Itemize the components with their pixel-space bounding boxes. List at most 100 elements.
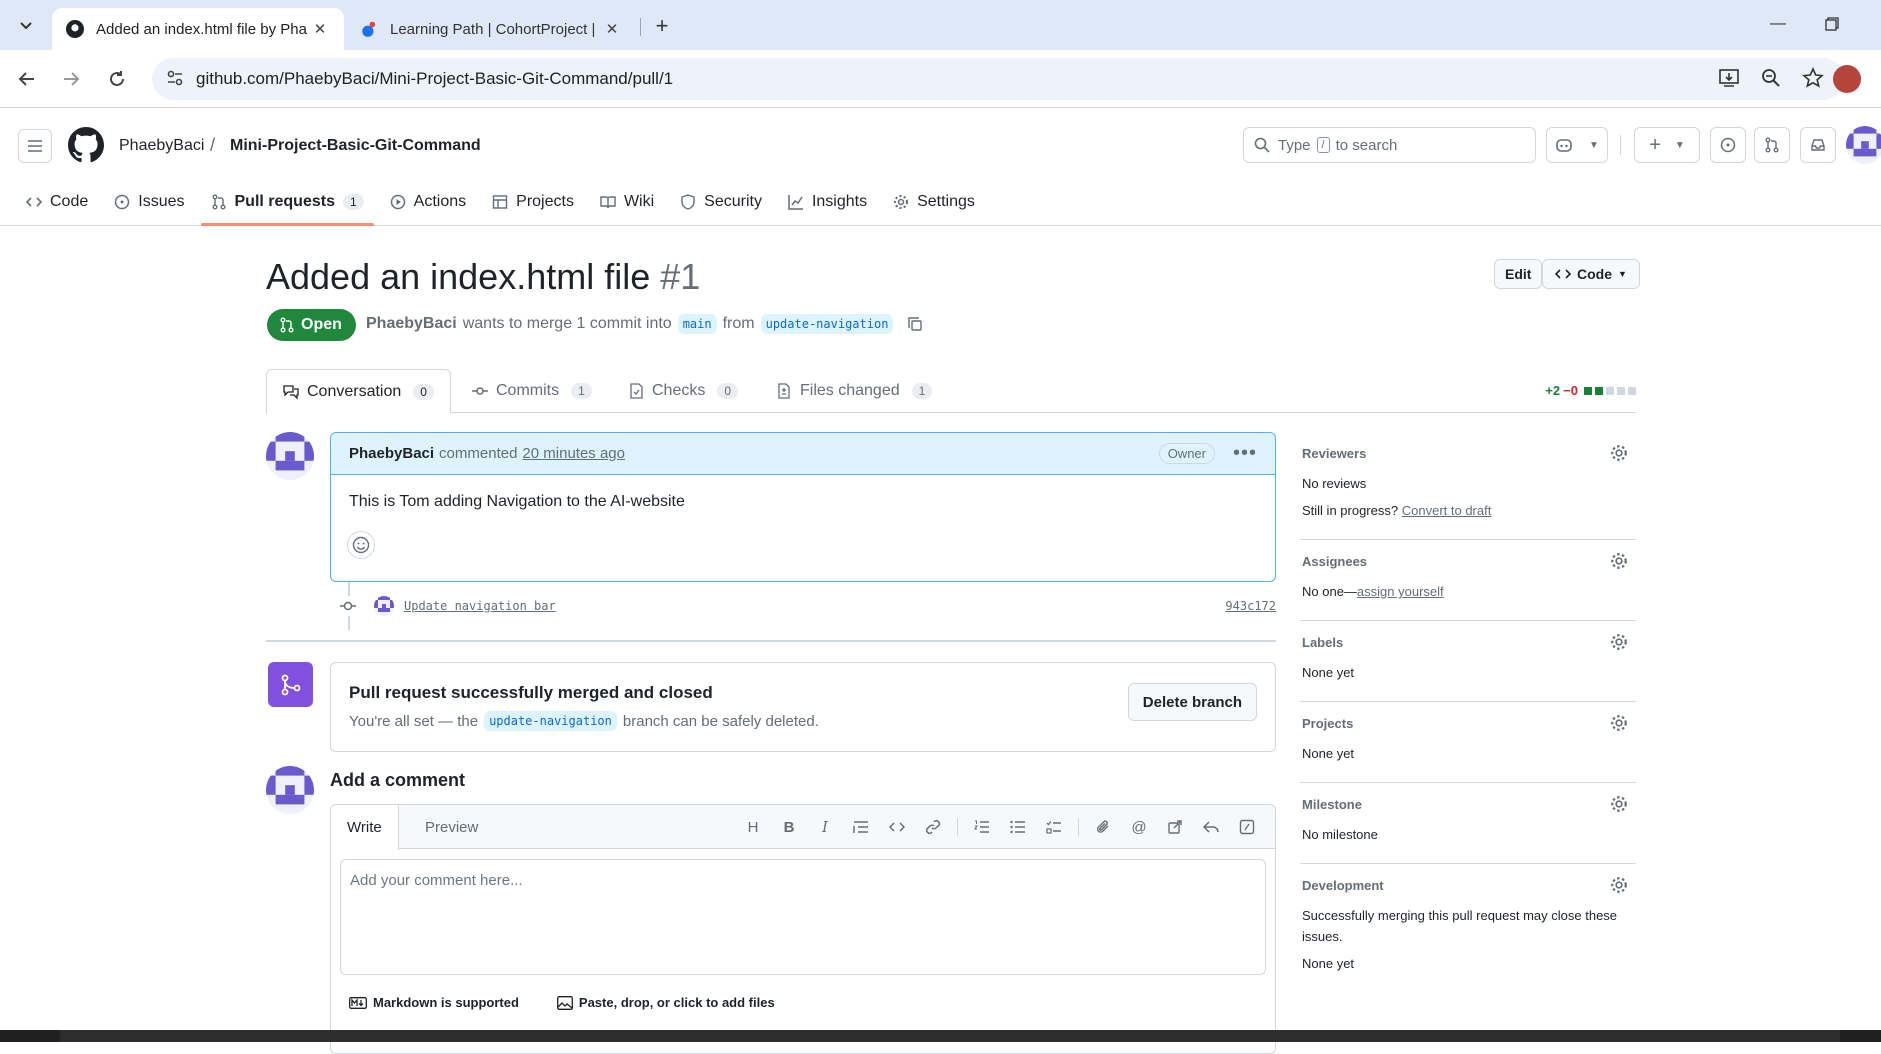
sidebar-heading[interactable]: Projects — [1302, 716, 1634, 731]
slash-command-icon[interactable] — [1229, 816, 1265, 838]
sidebar-heading[interactable]: Development — [1302, 878, 1634, 893]
github-logo-icon[interactable] — [68, 127, 104, 163]
close-tab-icon[interactable]: ✕ — [310, 20, 330, 38]
reload-icon[interactable] — [102, 64, 132, 94]
close-tab-icon[interactable]: ✕ — [602, 20, 622, 38]
tab-search-button[interactable] — [12, 12, 40, 40]
tab-checks[interactable]: Checks 0 — [612, 369, 754, 413]
sidebar-heading[interactable]: Reviewers — [1302, 446, 1634, 461]
quote-icon[interactable] — [843, 816, 879, 838]
tab-conversation[interactable]: Conversation 0 — [266, 369, 451, 414]
site-info-icon[interactable] — [166, 69, 184, 87]
chevron-down-icon — [20, 22, 32, 30]
heading-icon[interactable]: H — [735, 816, 771, 838]
forward-icon[interactable] — [56, 64, 86, 94]
edit-button[interactable]: Edit — [1494, 259, 1543, 289]
tab-settings[interactable]: Settings — [883, 179, 985, 225]
tab-security[interactable]: Security — [670, 179, 772, 225]
attach-files-note[interactable]: Paste, drop, or click to add files — [556, 995, 775, 1010]
tab-files-changed[interactable]: Files changed 1 — [760, 369, 948, 413]
browser-tab[interactable]: Learning Path | CohortProject | ✕ — [346, 8, 636, 50]
mention-icon[interactable]: @ — [1121, 816, 1157, 838]
tab-code[interactable]: Code — [16, 179, 98, 225]
tab-issues[interactable]: Issues — [104, 179, 194, 225]
breadcrumb-owner[interactable]: PhaebyBaci — [119, 137, 204, 155]
reference-icon[interactable] — [1157, 816, 1193, 838]
browser-tab-active[interactable]: Added an index.html file by Pha ✕ — [52, 8, 344, 50]
restore-icon[interactable] — [1812, 10, 1852, 38]
tab-title: Learning Path | CohortProject | — [390, 20, 596, 38]
code-icon[interactable] — [879, 816, 915, 838]
pr-meta: PhaebyBaci wants to merge 1 commit into … — [366, 314, 923, 334]
address-bar[interactable]: github.com/PhaebyBaci/Mini-Project-Basic… — [152, 58, 1844, 100]
comment-time[interactable]: 20 minutes ago — [522, 445, 625, 462]
pr-author[interactable]: PhaebyBaci — [366, 315, 457, 333]
commit-author-avatar[interactable] — [374, 596, 394, 616]
copy-icon[interactable] — [907, 316, 923, 332]
tab-write[interactable]: Write — [331, 805, 399, 850]
tab-insights[interactable]: Insights — [778, 179, 877, 225]
sidebar-value: No milestone — [1302, 827, 1378, 842]
merged-branch[interactable]: update-navigation — [484, 711, 617, 731]
kebab-menu-icon[interactable]: ••• — [1233, 442, 1257, 465]
bold-icon[interactable]: B — [771, 816, 807, 838]
tab-wiki[interactable]: Wiki — [590, 179, 664, 225]
tab-pull-requests[interactable]: Pull requests 1 — [200, 179, 374, 226]
avatar[interactable] — [266, 432, 314, 480]
assign-yourself-link[interactable]: assign yourself — [1357, 584, 1444, 599]
commit-sha[interactable]: 943c172 — [1225, 599, 1276, 613]
breadcrumb-repo[interactable]: Mini-Project-Basic-Git-Command — [230, 137, 481, 155]
gear-icon[interactable] — [1610, 714, 1628, 732]
gear-icon[interactable] — [1610, 876, 1628, 894]
delete-branch-button[interactable]: Delete branch — [1127, 683, 1257, 721]
ordered-list-icon[interactable] — [964, 816, 1000, 838]
gear-icon[interactable] — [1610, 552, 1628, 570]
new-tab-button[interactable]: + — [648, 12, 676, 40]
paperclip-icon[interactable] — [1085, 816, 1121, 838]
comment-header: PhaebyBaci commented 20 minutes ago Owne… — [331, 433, 1275, 475]
back-icon[interactable] — [12, 64, 42, 94]
bookmark-star-icon[interactable] — [1802, 67, 1824, 89]
task-list-icon[interactable] — [1036, 816, 1072, 838]
tab-preview[interactable]: Preview — [409, 805, 494, 850]
sidebar-description: Successfully merging this pull request m… — [1302, 908, 1618, 944]
create-new-button[interactable]: + ▼ — [1634, 127, 1700, 163]
gear-icon[interactable] — [1610, 444, 1628, 462]
search-input[interactable]: Type / to search — [1243, 127, 1536, 163]
zoom-icon[interactable] — [1760, 67, 1782, 89]
link-icon[interactable] — [915, 816, 951, 838]
tab-commits[interactable]: Commits 1 — [456, 369, 608, 413]
profile-avatar[interactable] — [1833, 65, 1861, 93]
tab-projects[interactable]: Projects — [482, 179, 584, 225]
comment-textarea[interactable]: Add your comment here... — [340, 859, 1266, 975]
minimize-icon[interactable]: — — [1758, 10, 1798, 38]
undo-reply-icon[interactable] — [1193, 816, 1229, 838]
sidebar-heading[interactable]: Labels — [1302, 635, 1634, 650]
sidebar-heading[interactable]: Assignees — [1302, 554, 1634, 569]
inbox-button[interactable] — [1800, 127, 1836, 163]
commit-message[interactable]: Update navigation bar — [404, 599, 556, 613]
italic-icon[interactable]: I — [807, 816, 843, 838]
user-avatar[interactable] — [1846, 126, 1881, 164]
tab-actions[interactable]: Actions — [380, 179, 476, 225]
head-branch[interactable]: update-navigation — [760, 314, 894, 334]
avatar[interactable] — [266, 766, 314, 814]
convert-to-draft-link[interactable]: Convert to draft — [1402, 503, 1492, 518]
sidebar-heading[interactable]: Milestone — [1302, 797, 1634, 812]
menu-button[interactable] — [18, 129, 52, 163]
page-title: Added an index.html file #1 — [266, 256, 700, 298]
gear-icon[interactable] — [1610, 795, 1628, 813]
merge-status-title: Pull request successfully merged and clo… — [349, 683, 713, 702]
add-reaction-button[interactable] — [347, 531, 375, 559]
code-button[interactable]: Code ▼ — [1542, 259, 1640, 289]
markdown-note[interactable]: Markdown is supported — [349, 995, 519, 1010]
base-branch[interactable]: main — [677, 314, 717, 334]
issues-button[interactable] — [1710, 127, 1746, 163]
pull-requests-button[interactable] — [1754, 127, 1790, 163]
file-diff-icon — [778, 383, 790, 399]
copilot-button[interactable]: ▼ — [1546, 127, 1608, 163]
gear-icon[interactable] — [1610, 633, 1628, 651]
install-app-icon[interactable] — [1718, 67, 1740, 89]
unordered-list-icon[interactable] — [1000, 816, 1036, 838]
comment-author[interactable]: PhaebyBaci — [349, 445, 434, 462]
